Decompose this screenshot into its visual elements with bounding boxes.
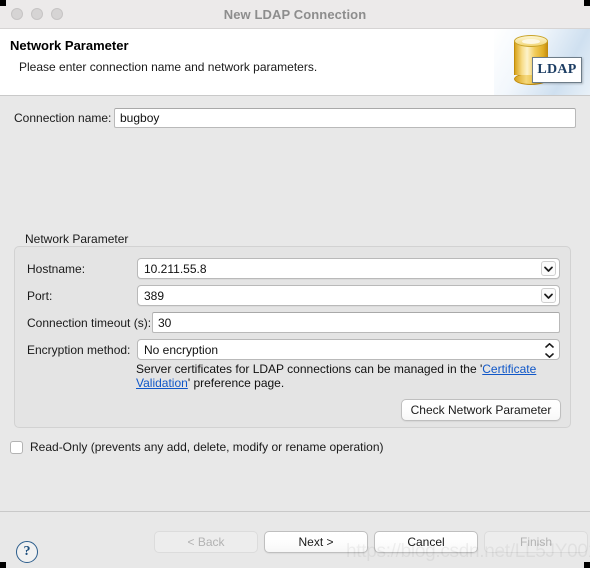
network-parameter-group: Hostname: 10.211.55.8 Port: 389 Connecti… [14, 246, 571, 428]
connection-name-label: Connection name: [14, 111, 112, 125]
hostname-row: Hostname: 10.211.55.8 [15, 258, 570, 279]
chevron-down-icon[interactable] [541, 261, 556, 276]
help-icon[interactable]: ? [16, 541, 38, 563]
title-bar: New LDAP Connection [0, 0, 590, 29]
port-value: 389 [144, 288, 165, 303]
read-only-label: Read-Only (prevents any add, delete, mod… [30, 440, 384, 454]
read-only-checkbox[interactable] [10, 440, 23, 454]
certificate-note-suffix: ' preference page. [187, 376, 285, 390]
corner-marker [584, 562, 590, 568]
window-title: New LDAP Connection [223, 6, 367, 22]
next-button[interactable]: Next > [264, 531, 368, 553]
certificate-note-prefix: Server certificates for LDAP connections… [136, 362, 483, 376]
page-title: Network Parameter [10, 38, 129, 53]
chevron-up-down-icon[interactable] [544, 343, 554, 358]
certificate-note: Server certificates for LDAP connections… [136, 362, 548, 390]
wizard-header: Network Parameter Please enter connectio… [0, 29, 590, 96]
hostname-value: 10.211.55.8 [144, 261, 207, 276]
wizard-body: Connection name: bugboy Network Paramete… [0, 96, 590, 511]
corner-marker [0, 562, 6, 568]
encryption-label: Encryption method: [27, 342, 131, 357]
chevron-down-icon[interactable] [541, 288, 556, 303]
check-network-parameter-button[interactable]: Check Network Parameter [401, 399, 561, 421]
ldap-database-icon: LDAP [494, 29, 590, 95]
port-row: Port: 389 [15, 285, 570, 306]
port-label: Port: [27, 288, 53, 303]
page-subtitle: Please enter connection name and network… [19, 60, 318, 74]
network-parameter-group-label: Network Parameter [25, 232, 129, 246]
connection-name-input[interactable]: bugboy [114, 108, 576, 128]
finish-button[interactable]: Finish [484, 531, 588, 553]
back-button[interactable]: < Back [154, 531, 258, 553]
read-only-row[interactable]: Read-Only (prevents any add, delete, mod… [10, 440, 384, 454]
dialog-window: New LDAP Connection Network Parameter Pl… [0, 0, 590, 568]
encryption-method-select[interactable]: No encryption [137, 339, 560, 360]
connection-name-row: Connection name: bugboy [0, 108, 590, 128]
minimize-button-icon[interactable] [31, 8, 43, 20]
timeout-input[interactable]: 30 [152, 312, 560, 333]
close-button-icon[interactable] [11, 8, 23, 20]
hostname-label: Hostname: [27, 261, 86, 276]
window-controls [11, 8, 63, 20]
timeout-row: Connection timeout (s): 30 [15, 312, 570, 333]
corner-marker [584, 0, 590, 6]
encryption-row: Encryption method: No encryption [15, 339, 570, 360]
encryption-value: No encryption [144, 342, 219, 357]
zoom-button-icon[interactable] [51, 8, 63, 20]
hostname-combobox[interactable]: 10.211.55.8 [137, 258, 560, 279]
cancel-button[interactable]: Cancel [374, 531, 478, 553]
timeout-label: Connection timeout (s): [27, 315, 152, 330]
ldap-badge-label: LDAP [532, 57, 582, 83]
port-combobox[interactable]: 389 [137, 285, 560, 306]
corner-marker [0, 0, 6, 6]
